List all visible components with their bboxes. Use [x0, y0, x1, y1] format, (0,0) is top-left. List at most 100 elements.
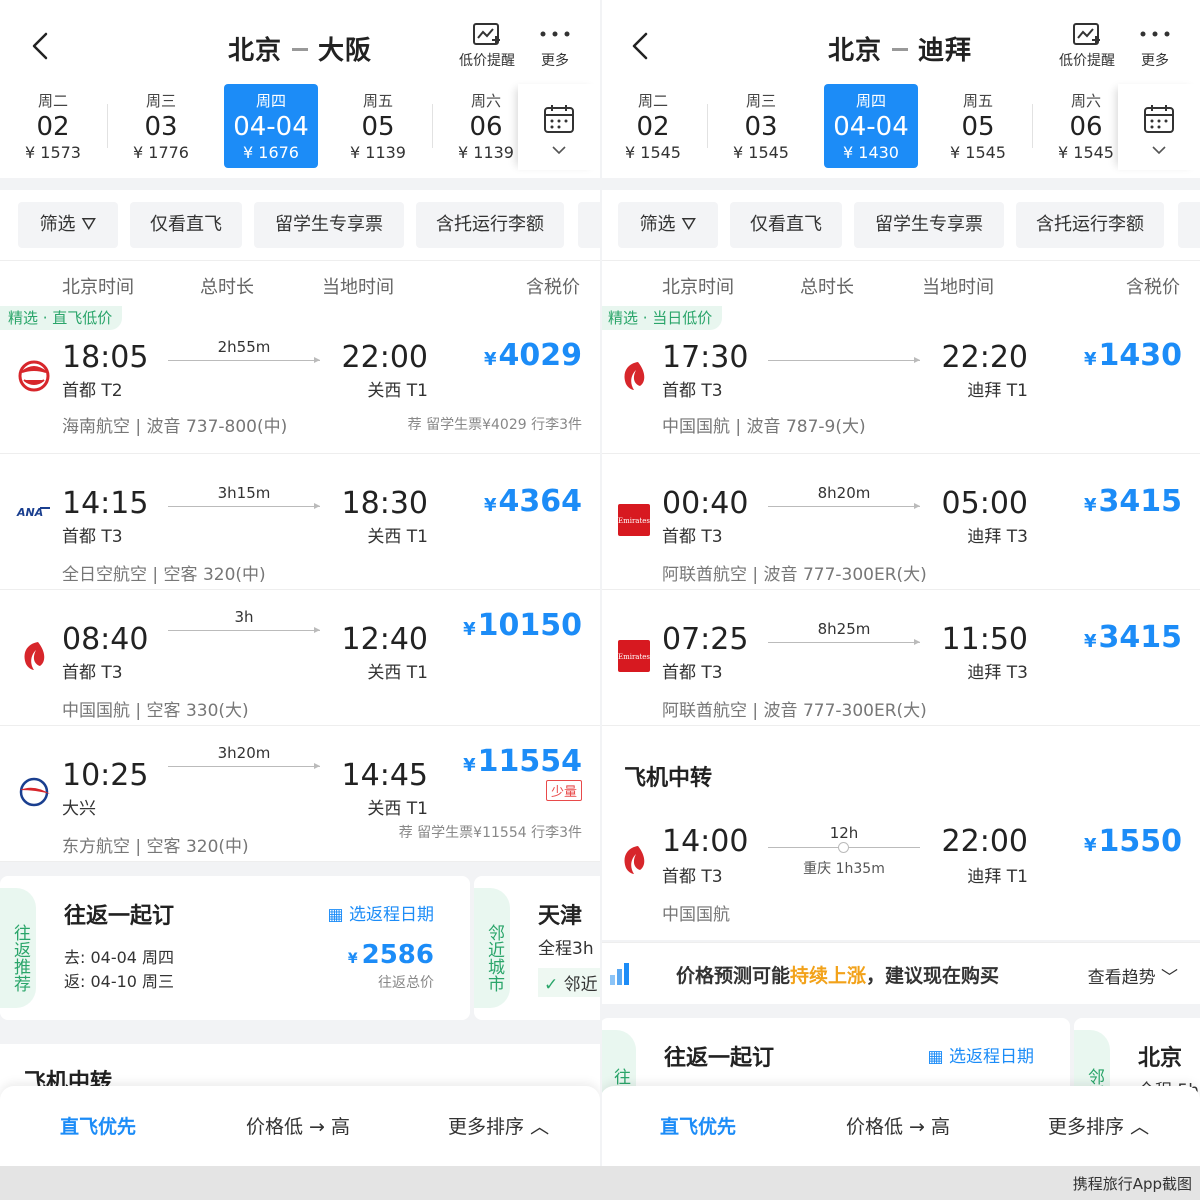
calendar-button[interactable]: [518, 84, 600, 170]
more-button[interactable]: 更多: [530, 22, 580, 70]
date-price: ¥ 1776: [133, 143, 189, 162]
filter-label: 仅看直飞: [750, 214, 822, 235]
date-item[interactable]: 周三 03 ¥ 1776: [114, 84, 208, 168]
date-item[interactable]: 周二 02 ¥ 1545: [606, 84, 700, 168]
stopover-info: 重庆 1h35m: [803, 861, 885, 877]
sort-bar: 直飞优先 价格低 → 高 更多排序 ︿: [600, 1086, 1200, 1166]
departure-time: 14:00: [662, 824, 749, 859]
price-alert-button[interactable]: 低价提醒: [1052, 22, 1122, 70]
chevron-up-icon: ︿: [1130, 1116, 1150, 1138]
featured-tag: 精选 · 当日低价: [600, 306, 723, 330]
arrival-time: 05:00: [941, 486, 1028, 521]
filter-chip-partial[interactable]: [578, 202, 600, 248]
destination-city: 迪拜: [918, 36, 973, 66]
chevron-down-icon: [1152, 146, 1166, 155]
arrival-time: 18:30: [341, 486, 428, 521]
calendar-icon: [544, 105, 574, 133]
price-trend-banner[interactable]: 价格预测可能持续上涨，建议现在购买 查看趋势 ﹀: [600, 942, 1200, 1004]
select-return-date-link[interactable]: ▦ 选返程日期: [328, 900, 434, 925]
nearby-city-name: 北京: [1138, 1046, 1183, 1071]
roundtrip-card[interactable]: 往返推荐 往返一起订 ▦ 选返程日期 去: 04-04 周四 返: 04-10 …: [0, 876, 470, 1020]
filter-chip[interactable]: 仅看直飞: [730, 202, 842, 248]
airline-info: 阿联酋航空 | 波音 777-300ER(大): [662, 565, 927, 585]
date-price: ¥ 1545: [625, 143, 681, 162]
filter-label: 筛选: [39, 214, 76, 235]
more-label: 更多: [541, 53, 569, 69]
date-item[interactable]: 周二 02 ¥ 1573: [6, 84, 100, 168]
calendar-button[interactable]: [1118, 84, 1200, 170]
flight-price: ¥10150: [463, 608, 582, 643]
svg-text:ANA: ANA: [16, 506, 43, 519]
sort-more[interactable]: 更多排序 ︿: [1048, 1112, 1149, 1139]
price-alert-button[interactable]: 低价提醒: [452, 22, 522, 70]
flight-price: ¥3415: [1083, 484, 1182, 519]
column-header: 北京时间 总时长 当地时间 含税价: [0, 260, 600, 306]
filter-label: 含托运行李额: [1036, 214, 1144, 235]
filter-chip[interactable]: 含托运行李额: [416, 202, 564, 248]
col-local-time: 当地时间: [322, 277, 394, 298]
sort-more[interactable]: 更多排序 ︿: [448, 1112, 549, 1139]
flight-card[interactable]: 精选 · 当日低价 17:30 首都 T3 8h50m 22:20 迪拜 T1 …: [600, 306, 1200, 454]
date-price: ¥ 1676: [243, 143, 299, 162]
flight-card[interactable]: 08:40 首都 T3 3h 12:40 关西 T1 ¥10150 中国国航 |…: [0, 590, 600, 726]
flight-price: ¥11554: [463, 744, 582, 779]
view-trend-link[interactable]: 查看趋势 ﹀: [1088, 963, 1178, 988]
flight-card[interactable]: 10:25 大兴 3h20m 14:45 关西 T1 ¥11554 少量 东方航…: [0, 726, 600, 862]
col-duration: 总时长: [200, 277, 254, 298]
date-item[interactable]: 周五 05 ¥ 1139: [331, 84, 425, 168]
date-number: 02: [36, 112, 70, 142]
watermark-text: 携程旅行App截图: [1072, 1175, 1192, 1193]
calendar-icon: [1144, 105, 1174, 133]
funnel-icon: ⛛: [681, 214, 697, 235]
flight-duration: 3h15m: [217, 484, 271, 502]
col-price: 含税价: [526, 277, 580, 298]
nearby-tag: ✓ 邻近: [538, 968, 600, 997]
sort-price-low-high[interactable]: 价格低 → 高: [846, 1112, 950, 1139]
airline-info: 中国国航: [662, 905, 730, 925]
col-local-time: 当地时间: [922, 277, 994, 298]
select-return-date-link[interactable]: ▦ 选返程日期: [928, 1042, 1034, 1067]
sort-direct-first[interactable]: 直飞优先: [60, 1112, 136, 1139]
nearby-city-card[interactable]: 邻近城市 天津 全程3h ✓ 邻近: [474, 876, 600, 1020]
left-screen: 北京 大阪 低价提醒 更多 周二 02 ¥ 1573 周三 03 ¥ 1776 周四 04-…: [0, 0, 600, 1166]
sort-direct-first[interactable]: 直飞优先: [660, 1112, 736, 1139]
flight-card[interactable]: ANA 14:15 首都 T3 3h15m 18:30 关西 T1 ¥4364 …: [0, 454, 600, 590]
date-item-selected[interactable]: 周四 04-04 ¥ 1676: [224, 84, 318, 168]
sort-price-low-high[interactable]: 价格低 → 高: [246, 1112, 350, 1139]
filter-chip-partial[interactable]: [1178, 202, 1200, 248]
nearby-city-name: 天津: [538, 904, 583, 929]
airline-info: 海南航空 | 波音 737-800(中): [62, 417, 288, 437]
column-header: 北京时间 总时长 当地时间 含税价: [600, 260, 1200, 306]
date-item-selected[interactable]: 周四 04-04 ¥ 1430: [824, 84, 918, 168]
flight-card[interactable]: 精选 · 直飞低价 18:05 首都 T2 2h55m 22:00 关西 T1 …: [0, 306, 600, 454]
flight-card[interactable]: Emirates 00:40 首都 T3 8h20m 05:00 迪拜 T3 ¥…: [600, 454, 1200, 590]
arrival-airport: 迪拜 T1: [967, 867, 1028, 887]
arrival-time: 11:50: [941, 622, 1028, 657]
outbound-date: 去: 04-04 周四: [64, 948, 175, 967]
flight-duration: 8h25m: [817, 620, 871, 638]
date-strip: 周二 02 ¥ 1573 周三 03 ¥ 1776 周四 04-04 ¥ 1676 周五 05…: [0, 84, 518, 168]
departure-airport: 首都 T3: [662, 381, 723, 401]
col-beijing-time: 北京时间: [62, 277, 134, 298]
filter-chip[interactable]: 留学生专享票: [854, 202, 1004, 248]
departure-airport: 首都 T3: [62, 527, 123, 547]
emirates-logo-icon: Emirates: [618, 504, 650, 536]
more-button[interactable]: 更多: [1130, 22, 1180, 70]
filter-chip[interactable]: 含托运行李额: [1016, 202, 1164, 248]
filter-chip[interactable]: 留学生专享票: [254, 202, 404, 248]
transfer-flight-card[interactable]: 14:00 首都 T3 12h 重庆 1h35m 22:00 迪拜 T1 ¥15…: [600, 806, 1200, 940]
departure-airport: 首都 T2: [62, 381, 123, 401]
date-item[interactable]: 周三 03 ¥ 1545: [714, 84, 808, 168]
origin-city: 北京: [827, 36, 882, 66]
filter-chip[interactable]: 仅看直飞: [130, 202, 242, 248]
departure-airport: 首都 T3: [662, 663, 723, 683]
arrival-time: 22:20: [941, 340, 1028, 375]
date-item[interactable]: 周五 05 ¥ 1545: [931, 84, 1025, 168]
chevron-up-icon: ︿: [530, 1116, 550, 1138]
footer-watermark-bar: 携程旅行App截图: [0, 1166, 1200, 1200]
flight-card[interactable]: Emirates 07:25 首都 T3 8h25m 11:50 迪拜 T3 ¥…: [600, 590, 1200, 726]
filter-chip[interactable]: 筛选 ⛛: [18, 202, 118, 248]
date-number: 04-04: [233, 112, 309, 142]
filter-chip[interactable]: 筛选 ⛛: [618, 202, 718, 248]
arrival-airport: 迪拜 T1: [967, 381, 1028, 401]
